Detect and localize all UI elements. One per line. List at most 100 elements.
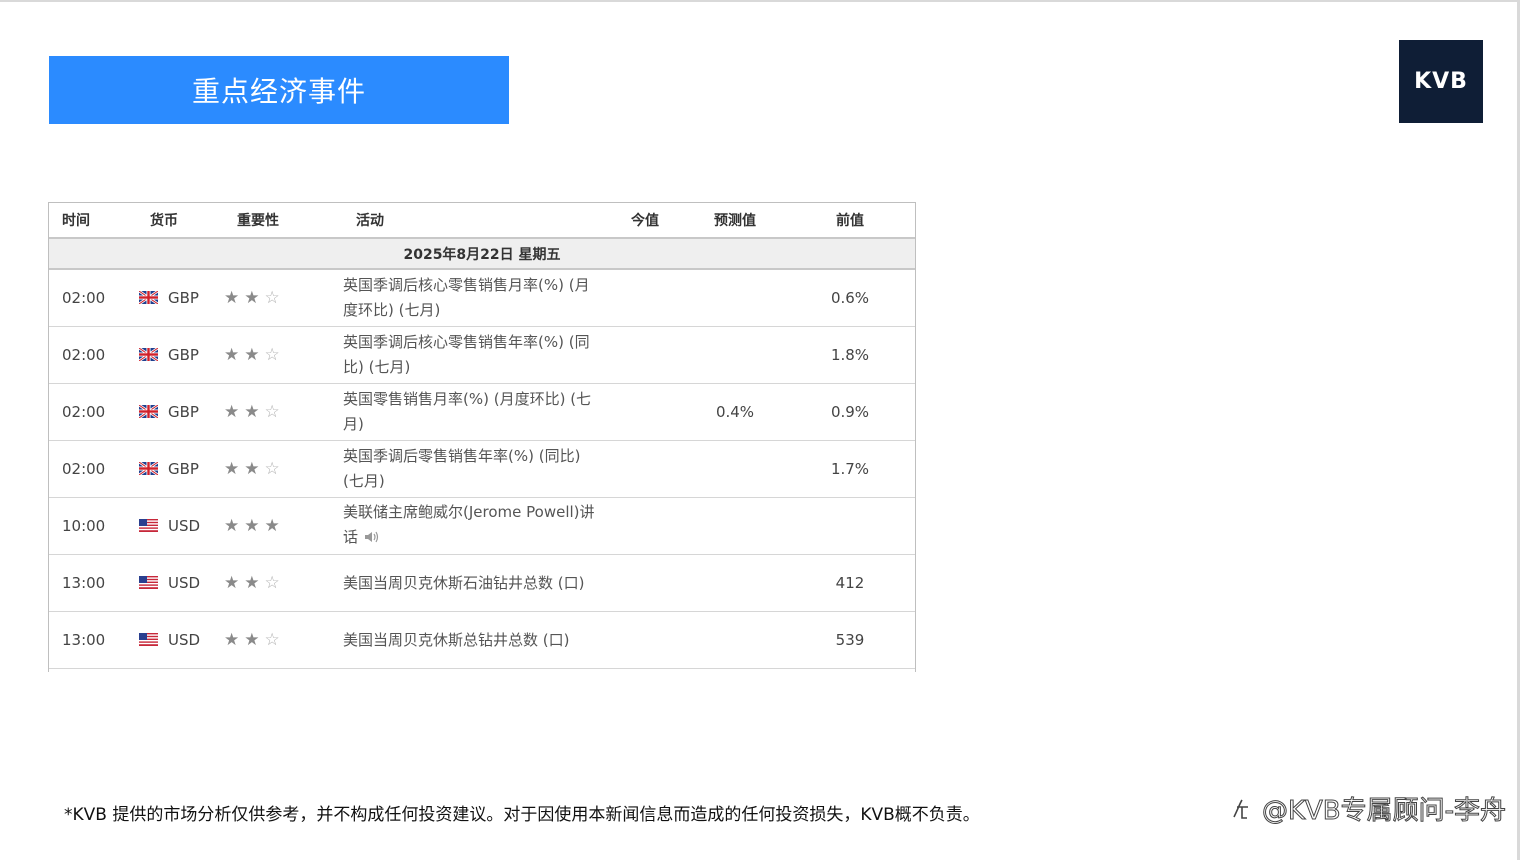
event-name-cell: 美联储主席鲍威尔(Jerome Powell)讲话	[343, 497, 605, 555]
us-flag-icon	[139, 632, 158, 646]
event-actual	[605, 326, 685, 384]
event-actual	[605, 440, 685, 498]
event-time: 02:00	[49, 440, 137, 498]
event-time: 02:00	[49, 326, 137, 384]
disclaimer-text: *KVB 提供的市场分析仅供参考，并不构成任何投资建议。对于因使用本新闻信息而造…	[64, 805, 980, 825]
speaker-icon	[364, 527, 380, 552]
watermark: @KVB专属顾问-李舟	[1228, 790, 1507, 827]
event-time: 02:00	[49, 269, 137, 327]
star-filled-icon: ★	[224, 573, 245, 593]
event-importance: ★★☆	[224, 326, 343, 384]
star-filled-icon: ★	[224, 459, 245, 479]
date-label: 2025年8月22日 星期五	[49, 238, 915, 270]
event-importance: ★★☆	[224, 440, 343, 498]
event-forecast	[685, 326, 785, 384]
table-row: 13:00 USD ★★☆ 美国当周贝克休斯总钻井总数 (口) 539	[49, 611, 915, 669]
event-currency: USD	[168, 631, 201, 649]
star-empty-icon: ☆	[264, 288, 285, 308]
uk-flag-icon	[138, 346, 159, 363]
uk-flag-icon	[138, 460, 159, 477]
star-filled-icon: ★	[264, 516, 285, 536]
event-currency: GBP	[168, 403, 199, 421]
star-filled-icon: ★	[244, 402, 265, 422]
column-header-currency: 货币	[137, 203, 224, 239]
event-actual	[605, 269, 685, 327]
event-importance: ★★☆	[224, 383, 343, 441]
star-empty-icon: ☆	[264, 402, 285, 422]
event-time: 13:00	[49, 554, 137, 612]
event-name: 美国当周贝克休斯石油钻井总数 (口)	[343, 573, 585, 592]
event-previous: 1.7%	[785, 440, 915, 498]
event-importance: ★★☆	[224, 554, 343, 612]
event-previous: 0.6%	[785, 269, 915, 327]
table-row: 10:00 USD ★★★ 美联储主席鲍威尔(Jerome Powell)讲话	[49, 497, 915, 555]
event-forecast	[685, 269, 785, 327]
event-currency: USD	[168, 517, 201, 535]
star-filled-icon: ★	[224, 402, 245, 422]
event-name: 英国季调后核心零售销售月率(%) (月度环比) (七月)	[343, 276, 590, 319]
page-title: 重点经济事件	[49, 56, 509, 124]
event-name: 美国当周贝克休斯总钻井总数 (口)	[343, 630, 570, 649]
event-time: 10:00	[49, 497, 137, 555]
zhihu-logo-icon	[1233, 799, 1248, 819]
event-importance: ★★★	[224, 497, 343, 555]
event-name: 英国季调后零售销售年率(%) (同比) (七月)	[343, 447, 581, 490]
event-actual	[605, 383, 685, 441]
event-name-cell: 英国季调后零售销售年率(%) (同比) (七月)	[343, 440, 605, 498]
event-previous	[785, 497, 915, 555]
event-currency: GBP	[168, 460, 199, 478]
star-filled-icon: ★	[244, 516, 265, 536]
event-previous: 539	[785, 611, 915, 669]
star-filled-icon: ★	[244, 573, 265, 593]
event-time: 02:00	[49, 383, 137, 441]
star-filled-icon: ★	[224, 345, 245, 365]
table-row: 02:00 GBP ★★☆ 英国零售销售月率(%) (月度环比) (七月) 0.4% 0.…	[49, 383, 915, 441]
star-empty-icon: ☆	[264, 345, 285, 365]
event-previous: 1.8%	[785, 326, 915, 384]
event-forecast: 0.4%	[685, 383, 785, 441]
date-group-row: 2025年8月22日 星期五	[49, 238, 915, 270]
event-actual	[605, 554, 685, 612]
event-currency-cell: GBP	[137, 326, 224, 384]
event-name: 英国零售销售月率(%) (月度环比) (七月)	[343, 390, 592, 433]
event-name-cell: 美国当周贝克休斯总钻井总数 (口)	[343, 611, 605, 669]
event-forecast	[685, 440, 785, 498]
column-header-importance: 重要性	[224, 203, 343, 239]
star-filled-icon: ★	[244, 288, 265, 308]
event-currency-cell: USD	[137, 611, 224, 669]
column-header-actual: 今值	[605, 203, 685, 239]
uk-flag-icon	[138, 403, 159, 420]
event-time: 13:00	[49, 611, 137, 669]
column-header-previous: 前值	[785, 203, 915, 239]
us-flag-icon	[139, 518, 158, 532]
event-actual	[605, 611, 685, 669]
event-name: 美联储主席鲍威尔(Jerome Powell)讲话	[343, 503, 595, 546]
event-previous: 412	[785, 554, 915, 612]
star-empty-icon: ☆	[264, 573, 285, 593]
event-currency-cell: GBP	[137, 383, 224, 441]
event-forecast	[685, 554, 785, 612]
event-currency: USD	[168, 574, 201, 592]
table-row: 02:00 GBP ★★☆ 英国季调后零售销售年率(%) (同比) (七月) 1.7%	[49, 440, 915, 498]
economic-calendar-table: 时间 货币 重要性 活动 今值 预测值 前值 2025年8月22日 星期五 02…	[48, 202, 916, 672]
kvb-logo: KVB	[1399, 40, 1483, 123]
event-currency-cell: USD	[137, 497, 224, 555]
table-row: 13:00 USD ★★☆ 美国当周贝克休斯石油钻井总数 (口) 412	[49, 554, 915, 612]
event-importance: ★★☆	[224, 269, 343, 327]
star-empty-icon: ☆	[264, 630, 285, 650]
star-filled-icon: ★	[244, 630, 265, 650]
watermark-text: @KVB专属顾问-李舟	[1261, 796, 1506, 827]
star-filled-icon: ★	[224, 516, 245, 536]
star-empty-icon: ☆	[264, 459, 285, 479]
event-currency-cell: USD	[137, 554, 224, 612]
event-forecast	[685, 611, 785, 669]
column-header-forecast: 预测值	[685, 203, 785, 239]
event-forecast	[685, 497, 785, 555]
table-row: 02:00 GBP ★★☆ 英国季调后核心零售销售年率(%) (同比) (七月) 1.8…	[49, 326, 915, 384]
star-filled-icon: ★	[244, 459, 265, 479]
event-name: 英国季调后核心零售销售年率(%) (同比) (七月)	[343, 333, 590, 376]
event-actual	[605, 497, 685, 555]
event-previous: 0.9%	[785, 383, 915, 441]
event-currency-cell: GBP	[137, 269, 224, 327]
uk-flag-icon	[138, 289, 159, 306]
